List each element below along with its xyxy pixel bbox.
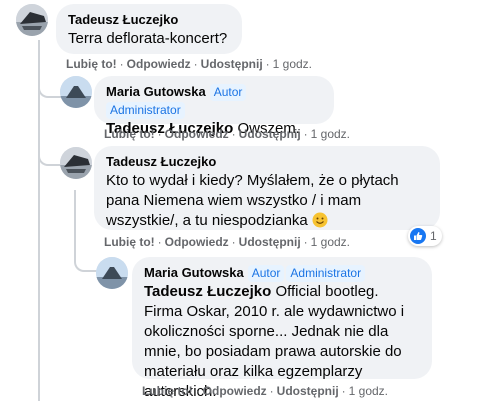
mention-link[interactable]: Tadeusz Łuczejko <box>144 283 271 300</box>
avatar[interactable] <box>96 257 128 289</box>
thread-connector <box>74 240 98 272</box>
thread-connector <box>38 56 62 98</box>
comment-author[interactable]: Tadeusz Łuczejko <box>106 153 216 170</box>
comment-bubble: Maria GutowskaAutorAdministrator Tadeusz… <box>94 76 334 137</box>
admin-badge: Administrator <box>106 102 185 119</box>
comment-timestamp[interactable]: 1 godz. <box>311 235 350 249</box>
comment-author[interactable]: Maria Gutowska <box>106 83 206 100</box>
comment-bubble: Tadeusz Łuczejko Terra deflorata-koncert… <box>56 4 242 54</box>
comment-bubble: Tadeusz Łuczejko Kto to wydał i kiedy? M… <box>94 146 440 230</box>
reply-button[interactable]: Odpowiedz <box>165 235 229 249</box>
reply-button[interactable]: Odpowiedz <box>127 57 191 71</box>
avatar[interactable] <box>16 4 48 36</box>
comment-actions: Lubię to! · Odpowiedz · Udostępnij · 1 godz. <box>104 127 351 141</box>
like-button[interactable]: Lubię to! <box>66 57 117 71</box>
share-button[interactable]: Udostępnij <box>277 384 339 398</box>
comment-author[interactable]: Tadeusz Łuczejko <box>68 11 178 28</box>
avatar[interactable] <box>60 76 92 108</box>
comment-actions: Lubię to! · Odpowiedz · Udostępnij · 1 godz. <box>66 57 313 71</box>
like-button[interactable]: Lubię to! <box>104 235 155 249</box>
comment-timestamp[interactable]: 1 godz. <box>273 57 312 71</box>
author-badge: Autor <box>209 84 247 101</box>
like-button[interactable]: Lubię to! <box>104 127 155 141</box>
like-button[interactable]: Lubię to! <box>142 384 193 398</box>
admin-badge: Administrator <box>286 265 366 282</box>
thread-line-nested <box>74 190 76 245</box>
reply-button[interactable]: Odpowiedz <box>165 127 229 141</box>
comment-author[interactable]: Maria Gutowska <box>144 264 244 281</box>
share-button[interactable]: Udostępnij <box>201 57 263 71</box>
avatar[interactable] <box>60 147 92 179</box>
comment-text: Kto to wydał i kiedy? Myślałem, że o pły… <box>106 172 399 229</box>
share-button[interactable]: Udostępnij <box>239 127 301 141</box>
comment-bubble: Maria GutowskaAutorAdministrator Tadeusz… <box>132 257 432 400</box>
comment-actions: Lubię to! · Odpowiedz · Udostępnij · 1 godz. <box>142 384 389 398</box>
thread-connector <box>38 110 62 166</box>
reaction-count-value: 1 <box>430 229 437 243</box>
comment-timestamp[interactable]: 1 godz. <box>349 384 388 398</box>
like-reaction-icon <box>410 228 426 244</box>
reaction-count[interactable]: 1 <box>408 226 442 246</box>
author-badge: Autor <box>247 265 285 282</box>
smiling-face-emoji <box>312 212 328 228</box>
reply-button[interactable]: Odpowiedz <box>203 384 267 398</box>
comment-text: Terra deflorata-koncert? <box>68 30 228 47</box>
share-button[interactable]: Udostępnij <box>239 235 301 249</box>
comment-actions: Lubię to! · Odpowiedz · Udostępnij · 1 godz. <box>104 235 351 249</box>
comment-timestamp[interactable]: 1 godz. <box>311 127 350 141</box>
